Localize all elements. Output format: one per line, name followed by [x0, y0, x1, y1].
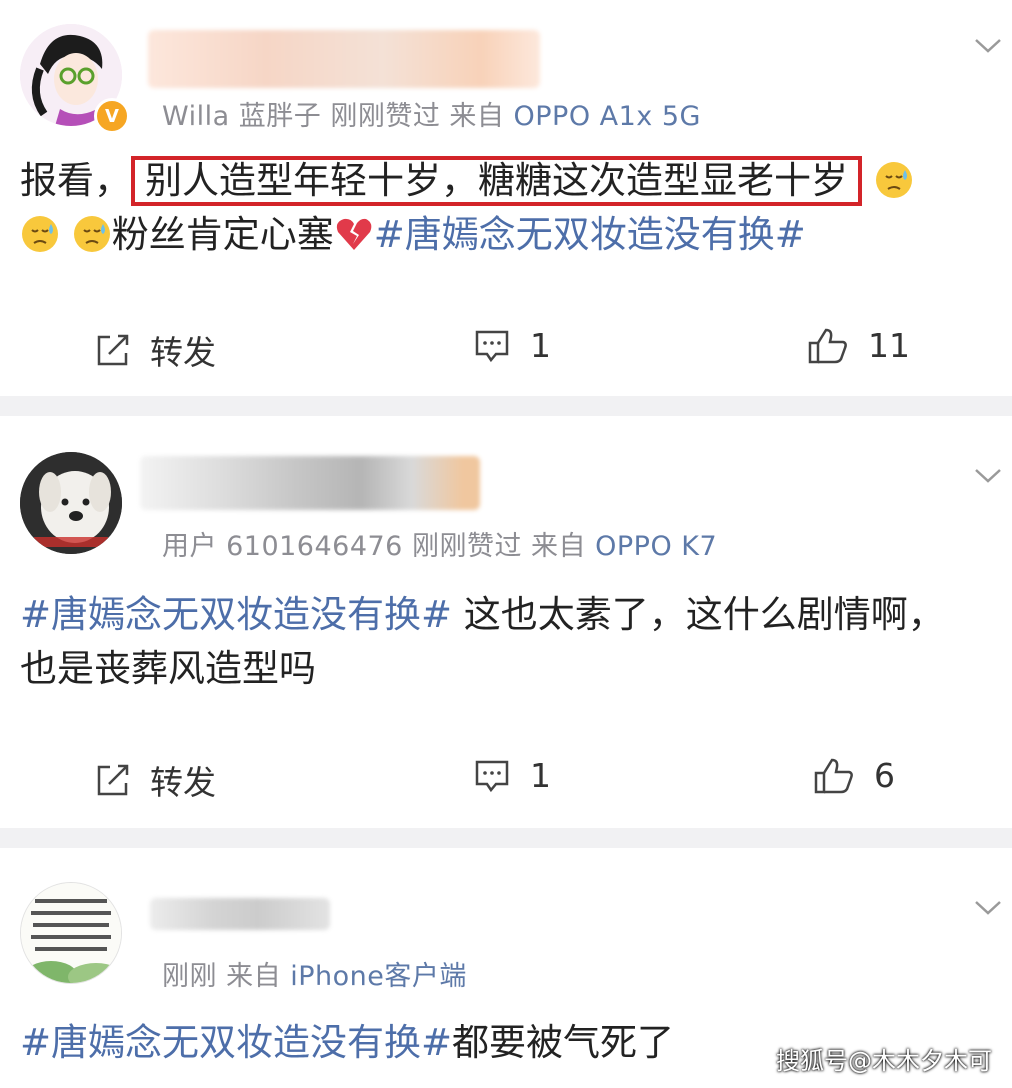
sweat-emoji-icon	[22, 216, 58, 252]
repost-icon	[97, 334, 129, 366]
comment-icon	[475, 760, 509, 792]
hashtag-link[interactable]: #唐嫣念无双妆造没有换#	[20, 593, 452, 636]
action-bar: 转发 1 6	[0, 740, 1012, 820]
meta-text: 用户 6101646476 刚刚赞过 来自	[162, 531, 587, 562]
username-blurred[interactable]	[148, 30, 540, 88]
repost-button[interactable]: 转发	[96, 326, 216, 374]
comment-count: 1	[530, 326, 551, 365]
highlighted-text: 别人造型年轻十岁，糖糖这次造型显老十岁	[145, 159, 848, 202]
hashtag-link[interactable]: #唐嫣念无双妆造没有换#	[20, 1021, 452, 1064]
text-image-avatar-icon	[21, 883, 121, 983]
thumbs-up-icon	[814, 758, 853, 793]
username-blurred[interactable]	[150, 898, 330, 930]
post-2: 用户 6101646476 刚刚赞过 来自 OPPO K7 #唐嫣念无双妆造没有…	[0, 416, 1012, 828]
post-separator	[0, 396, 1012, 416]
repost-label: 转发	[150, 763, 216, 802]
post-body: 报看， 别人造型年轻十岁，糖糖这次造型显老十岁 粉丝肯定心塞 #唐嫣念无双妆造没有换…	[20, 154, 972, 262]
watermark: 搜狐号@木木夕木可	[776, 1047, 992, 1075]
like-count: 11	[868, 326, 910, 365]
post-text: 粉丝肯定心塞	[111, 213, 334, 256]
post-1: V Willa 蓝胖子 刚刚赞过 来自 OPPO A1x 5G 报看， 别人造型年…	[0, 0, 1012, 396]
repost-label: 转发	[150, 333, 216, 372]
device-link[interactable]: iPhone客户端	[290, 961, 467, 992]
sweat-emoji-icon	[875, 162, 912, 198]
comment-button[interactable]: 1	[474, 326, 551, 365]
broken-heart-icon	[336, 218, 372, 250]
username-blurred[interactable]	[140, 456, 480, 510]
post-text-lead: 报看，	[20, 159, 131, 202]
chevron-down-icon[interactable]	[974, 38, 1002, 54]
hashtag-link[interactable]: #唐嫣念无双妆造没有换#	[374, 213, 806, 256]
meta-text: 刚刚 来自	[162, 961, 282, 992]
dog-avatar-icon	[20, 452, 122, 554]
avatar[interactable]	[20, 452, 122, 554]
device-link[interactable]: OPPO K7	[595, 531, 717, 562]
post-text: 都要被气死了	[452, 1021, 675, 1064]
like-button[interactable]: 11	[808, 326, 910, 365]
chevron-down-icon[interactable]	[974, 468, 1002, 484]
post-meta: 用户 6101646476 刚刚赞过 来自 OPPO K7	[162, 524, 717, 563]
thumbs-up-icon	[808, 328, 847, 363]
sweat-emoji-icon	[73, 216, 110, 252]
chevron-down-icon[interactable]	[974, 900, 1002, 916]
avatar[interactable]	[20, 882, 122, 984]
verified-badge: V	[94, 98, 130, 134]
device-link[interactable]: OPPO A1x 5G	[514, 101, 701, 132]
post-meta: 刚刚 来自 iPhone客户端	[162, 954, 467, 993]
comment-icon	[475, 330, 509, 362]
like-count: 6	[874, 756, 895, 795]
comment-button[interactable]: 1	[474, 756, 551, 795]
action-bar: 转发 1 11	[0, 310, 1012, 390]
post-body: #唐嫣念无双妆造没有换# 这也太素了，这什么剧情啊，也是丧葬风造型吗	[20, 588, 972, 696]
like-button[interactable]: 6	[814, 756, 895, 795]
highlight-box: 别人造型年轻十岁，糖糖这次造型显老十岁	[131, 156, 862, 206]
meta-text: Willa 蓝胖子 刚刚赞过 来自	[162, 101, 505, 132]
post-separator	[0, 828, 1012, 848]
repost-button[interactable]: 转发	[96, 756, 216, 804]
v-badge-icon: V	[105, 105, 119, 127]
comment-count: 1	[530, 756, 551, 795]
post-meta: Willa 蓝胖子 刚刚赞过 来自 OPPO A1x 5G	[162, 94, 701, 133]
repost-icon	[97, 764, 129, 796]
